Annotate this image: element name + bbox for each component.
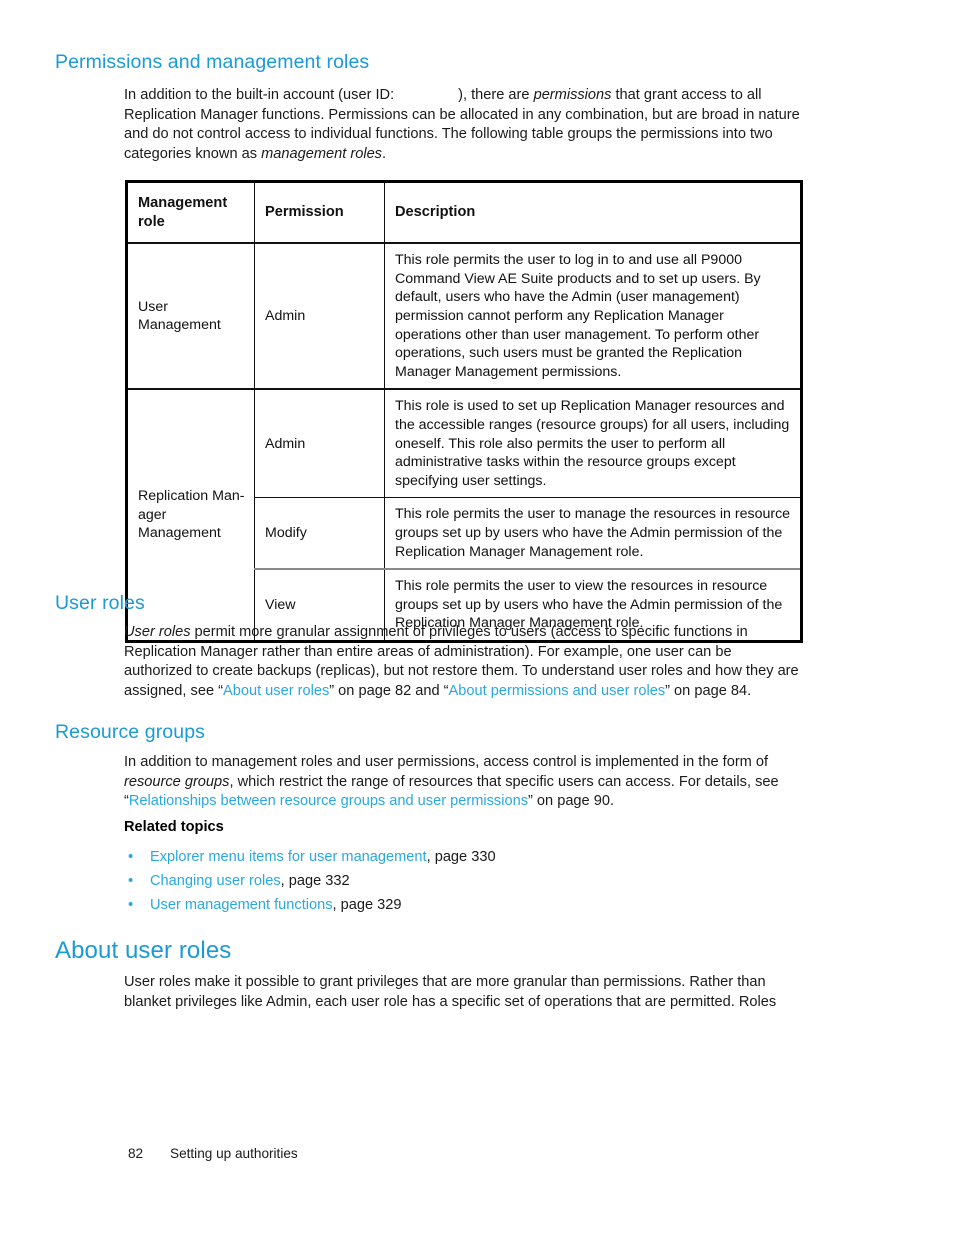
paragraph-about-user-roles: User roles make it possible to grant pri…: [124, 974, 777, 1010]
list-item-page-ref: , page 332: [280, 873, 350, 889]
paragraph-user-roles: User roles permit more granular assignme…: [124, 623, 800, 701]
document-page: Permissions and management roles In addi…: [0, 0, 954, 1235]
table-header-permission: Permission: [254, 181, 385, 245]
table-header-management-role-line1: Management: [138, 195, 228, 211]
paragraph-text-part1: In addition to the built-in account (use…: [124, 87, 395, 103]
table-row: Replication Man- ager Management Admin T…: [126, 388, 802, 642]
cell-description-admin-user-mgmt: This role permits the user to log in to …: [384, 243, 802, 390]
footer-section-title: Setting up authorities: [170, 1146, 298, 1161]
cell-role-rm-line2: ager Management: [138, 506, 221, 542]
cell-permission-admin-rm: Admin: [254, 388, 385, 499]
link-user-management-functions[interactable]: User management functions: [150, 897, 333, 913]
link-about-user-roles[interactable]: About user roles: [223, 683, 329, 699]
link-explorer-menu-items-for-user-management[interactable]: Explorer menu items for user management: [150, 849, 427, 865]
management-roles-table: Management role Permission Description U…: [125, 180, 803, 643]
cell-role-user-management: User Management: [126, 243, 255, 390]
paragraph-permissions-intro: In addition to the built-in account (use…: [124, 86, 800, 164]
paragraph-text-part4: .: [381, 145, 387, 162]
emphasis-resource-groups: resource groups: [124, 773, 230, 790]
cell-role-replication-manager-management: Replication Man- ager Management: [126, 388, 255, 642]
table-header-management-role: Management role: [126, 181, 255, 245]
cell-permission-admin-user-mgmt: Admin: [254, 243, 385, 390]
emphasis-permissions: permissions: [533, 87, 612, 103]
list-item[interactable]: • User management functions, page 329: [124, 893, 724, 917]
heading-user-roles: User roles: [55, 592, 145, 614]
cell-description-modify: This role permits the user to manage the…: [384, 497, 802, 570]
page-footer: 82 Setting up authorities: [128, 1146, 298, 1161]
related-topics-list: • Explorer menu items for user management…: [124, 845, 724, 917]
cell-role-rm-line1: Replication Man-: [138, 488, 245, 505]
paragraph-user-roles-part3: ” on page 84.: [665, 682, 752, 699]
list-item[interactable]: • Changing user roles, page 332: [124, 869, 724, 893]
heading-resource-groups: Resource groups: [55, 721, 205, 743]
table-header-row: Management role Permission Description: [126, 181, 802, 245]
list-item[interactable]: • Explorer menu items for user management…: [124, 845, 724, 869]
table-row: User Management Admin This role permits …: [126, 243, 802, 390]
related-topics-heading: Related topics: [124, 819, 224, 835]
bullet-icon: •: [128, 848, 134, 865]
bullet-icon: •: [128, 896, 134, 913]
heading-about-user-roles: About user roles: [55, 937, 232, 964]
paragraph-resource-groups: In addition to management roles and user…: [124, 753, 800, 812]
paragraph-resource-groups-part3: ” on page 90.: [528, 793, 615, 810]
link-relationships-between-resource-groups[interactable]: Relationships between resource groups an…: [129, 793, 528, 809]
table-header-description: Description: [384, 181, 802, 245]
footer-page-number: 82: [128, 1146, 144, 1161]
paragraph-text-part2: ), there are: [458, 87, 534, 103]
bullet-icon: •: [128, 872, 134, 889]
emphasis-management-roles: management roles: [261, 145, 382, 162]
link-about-permissions-and-user-roles[interactable]: About permissions and user roles: [449, 683, 666, 699]
list-item-page-ref: , page 329: [332, 897, 402, 913]
management-roles-table-wrapper: Management role Permission Description U…: [125, 180, 803, 643]
table-header-management-role-line2: role: [138, 213, 165, 230]
paragraph-resource-groups-part1: In addition to management roles and user…: [124, 754, 769, 770]
list-item-page-ref: , page 330: [426, 849, 496, 865]
emphasis-user-roles: User roles: [124, 624, 191, 640]
cell-permission-modify: Modify: [254, 497, 385, 570]
paragraph-user-roles-part2: ” on page 82 and “: [329, 682, 449, 699]
link-changing-user-roles[interactable]: Changing user roles: [150, 873, 281, 889]
cell-description-admin-rm: This role is used to set up Replication …: [384, 388, 802, 499]
heading-permissions-and-management-roles: Permissions and management roles: [55, 51, 370, 73]
